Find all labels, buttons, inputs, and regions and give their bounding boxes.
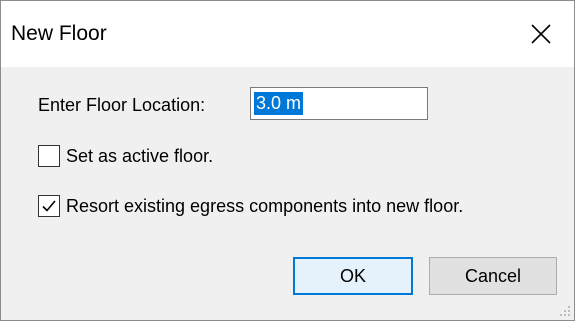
cancel-button[interactable]: Cancel bbox=[429, 257, 557, 295]
dialog-body: Enter Floor Location: 3.0 m Set as activ… bbox=[1, 67, 574, 320]
floor-location-input[interactable]: 3.0 m bbox=[250, 87, 428, 120]
ok-button[interactable]: OK bbox=[293, 257, 413, 295]
resort-egress-option[interactable]: Resort existing egress components into n… bbox=[38, 195, 463, 217]
resort-egress-checkbox[interactable] bbox=[38, 195, 60, 217]
new-floor-dialog: New Floor Enter Floor Location: 3.0 m Se… bbox=[0, 0, 575, 321]
resize-grip-icon[interactable] bbox=[559, 305, 571, 317]
title-bar: New Floor bbox=[1, 1, 574, 67]
active-floor-checkbox[interactable] bbox=[38, 145, 60, 167]
floor-location-value: 3.0 m bbox=[254, 92, 304, 115]
dialog-title: New Floor bbox=[11, 22, 107, 45]
checkmark-icon bbox=[42, 200, 56, 212]
close-button[interactable] bbox=[508, 1, 574, 67]
active-floor-label: Set as active floor. bbox=[66, 146, 214, 166]
close-icon bbox=[531, 24, 551, 44]
active-floor-option[interactable]: Set as active floor. bbox=[38, 145, 213, 167]
resort-egress-label: Resort existing egress components into n… bbox=[66, 196, 464, 216]
floor-location-label: Enter Floor Location: bbox=[38, 95, 206, 115]
